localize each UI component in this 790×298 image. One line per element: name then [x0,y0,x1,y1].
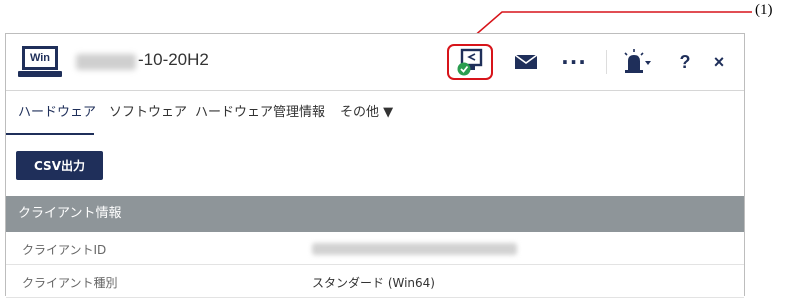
active-tab-indicator [6,133,94,135]
computer-icon: Win [18,46,62,79]
client-info-header: クライアント情報 [6,196,744,232]
remote-control-check-icon [457,48,483,76]
more-options-button[interactable]: ··· [556,44,592,80]
row-value-client-type: スタンダード (Win64) [312,276,435,290]
mail-button[interactable] [511,44,541,80]
computer-icon-label: Win [22,46,58,70]
tab-hardware[interactable]: ハードウェア [18,101,96,120]
client-id-redacted [312,243,517,255]
alarm-button[interactable] [618,44,656,80]
alarm-beacon-icon [624,49,651,73]
toolbar-divider [606,50,607,74]
remote-control-button[interactable] [447,44,493,80]
tab-other[interactable]: その他 ▼ [340,101,393,120]
close-button[interactable]: × [708,44,730,80]
table-row: クライアント種別 スタンダード (Win64) [6,265,744,298]
tab-hardware-management[interactable]: ハードウェア管理情報 [195,101,325,120]
callout-label: (1) [755,2,773,18]
row-label-client-id: クライアントID [22,243,107,257]
tab-bar: ハードウェア ソフトウェア ハードウェア管理情報 その他 ▼ [6,91,744,135]
hostname-redacted [76,54,136,70]
help-button[interactable]: ? [674,44,696,80]
row-label-client-type: クライアント種別 [22,276,118,290]
mail-icon [514,54,538,69]
tab-software[interactable]: ソフトウェア [109,101,187,120]
titlebar: Win -10-20H2 ··· ? × [6,34,744,91]
client-detail-window: Win -10-20H2 ··· ? × ハードウェア ソフトウェア ハードウェ… [5,33,745,298]
csv-export-button[interactable]: CSV出力 [16,151,103,180]
table-row: クライアントID [6,232,744,265]
hostname-suffix: -10-20H2 [138,50,209,69]
